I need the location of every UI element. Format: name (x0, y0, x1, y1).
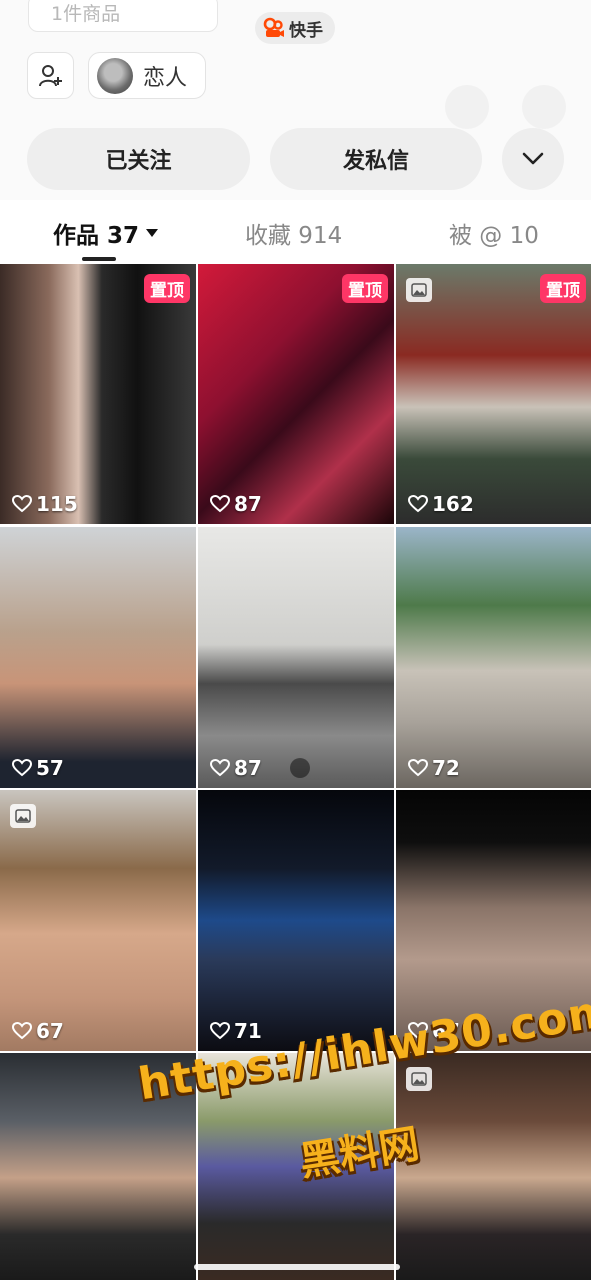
heart-icon (12, 759, 32, 777)
like-count: 162 (408, 492, 474, 516)
watermark: https://ihlw30.com 黑料网 (135, 985, 591, 1200)
add-friend-button[interactable] (27, 52, 74, 99)
tab-works[interactable]: 作品 37 (53, 216, 159, 250)
heart-icon (408, 495, 428, 513)
followed-label: 已关注 (105, 149, 172, 174)
like-count: 87 (210, 756, 262, 780)
like-count: 72 (408, 756, 460, 780)
album-icon (10, 804, 36, 828)
video-thumbnail[interactable]: 87 (198, 527, 394, 788)
heart-icon (12, 1022, 32, 1040)
like-count-value: 87 (234, 756, 262, 780)
caret-down-icon (146, 229, 159, 237)
add-user-icon (38, 64, 62, 86)
heart-icon (408, 759, 428, 777)
album-icon (406, 278, 432, 302)
tab-mentions[interactable]: 被 @ 10 (449, 216, 539, 250)
tab-favorites[interactable]: 收藏 914 (245, 216, 342, 250)
home-indicator[interactable] (194, 1264, 400, 1270)
like-count: 87 (210, 492, 262, 516)
active-tab-indicator (82, 257, 116, 261)
faded-icon (445, 85, 489, 129)
pinned-badge: 置顶 (540, 274, 586, 303)
like-count: 115 (12, 492, 78, 516)
more-button[interactable] (502, 128, 564, 190)
heart-icon (210, 1022, 230, 1040)
heart-icon (12, 495, 32, 513)
profile-tabs: 作品 37 收藏 914 被 @ 10 (0, 200, 591, 262)
like-count-value: 87 (234, 492, 262, 516)
relation-avatar (97, 57, 133, 94)
relation-chip[interactable]: 恋人 (88, 52, 206, 99)
like-count-value: 115 (36, 492, 78, 516)
goods-count-label: 1件商品 (51, 3, 121, 25)
tab-mentions-label: 被 @ 10 (449, 223, 539, 249)
like-count-value: 67 (36, 1019, 64, 1043)
pinned-badge: 置顶 (144, 274, 190, 303)
followed-button[interactable]: 已关注 (27, 128, 250, 190)
kuaishou-logo: 快手 (255, 12, 335, 44)
like-count: 71 (210, 1019, 262, 1043)
video-thumbnail[interactable]: 72 (396, 527, 591, 788)
like-count-value: 162 (432, 492, 474, 516)
goods-chip[interactable]: 1件商品 (28, 0, 218, 32)
kuaishou-mark-icon (263, 17, 284, 37)
photo-album-thumbnail[interactable]: 67 (0, 790, 196, 1051)
like-count: 57 (12, 756, 64, 780)
like-count-value: 71 (234, 1019, 262, 1043)
heart-icon (210, 495, 230, 513)
message-button[interactable]: 发私信 (270, 128, 482, 190)
video-thumbnail[interactable]: 57 (0, 527, 196, 788)
video-thumbnail[interactable]: 71 (198, 790, 394, 1051)
tab-favorites-label: 收藏 914 (245, 223, 343, 249)
like-count: 67 (12, 1019, 64, 1043)
watermark-site: 黑料网 (296, 1121, 423, 1186)
expand-icon (290, 758, 310, 778)
video-thumbnail[interactable]: 置顶 115 (0, 264, 196, 524)
chevron-down-icon (522, 152, 544, 165)
video-thumbnail[interactable]: 置顶 87 (198, 264, 394, 524)
brand-label: 快手 (289, 20, 323, 41)
faded-icon (522, 85, 566, 129)
like-count-value: 57 (36, 756, 64, 780)
heart-icon (210, 759, 230, 777)
photo-album-thumbnail[interactable]: 置顶 162 (396, 264, 591, 524)
pinned-badge: 置顶 (342, 274, 388, 303)
relation-label: 恋人 (143, 65, 188, 91)
tab-works-label: 作品 37 (53, 223, 140, 249)
message-label: 发私信 (342, 149, 409, 174)
like-count-value: 72 (432, 756, 460, 780)
